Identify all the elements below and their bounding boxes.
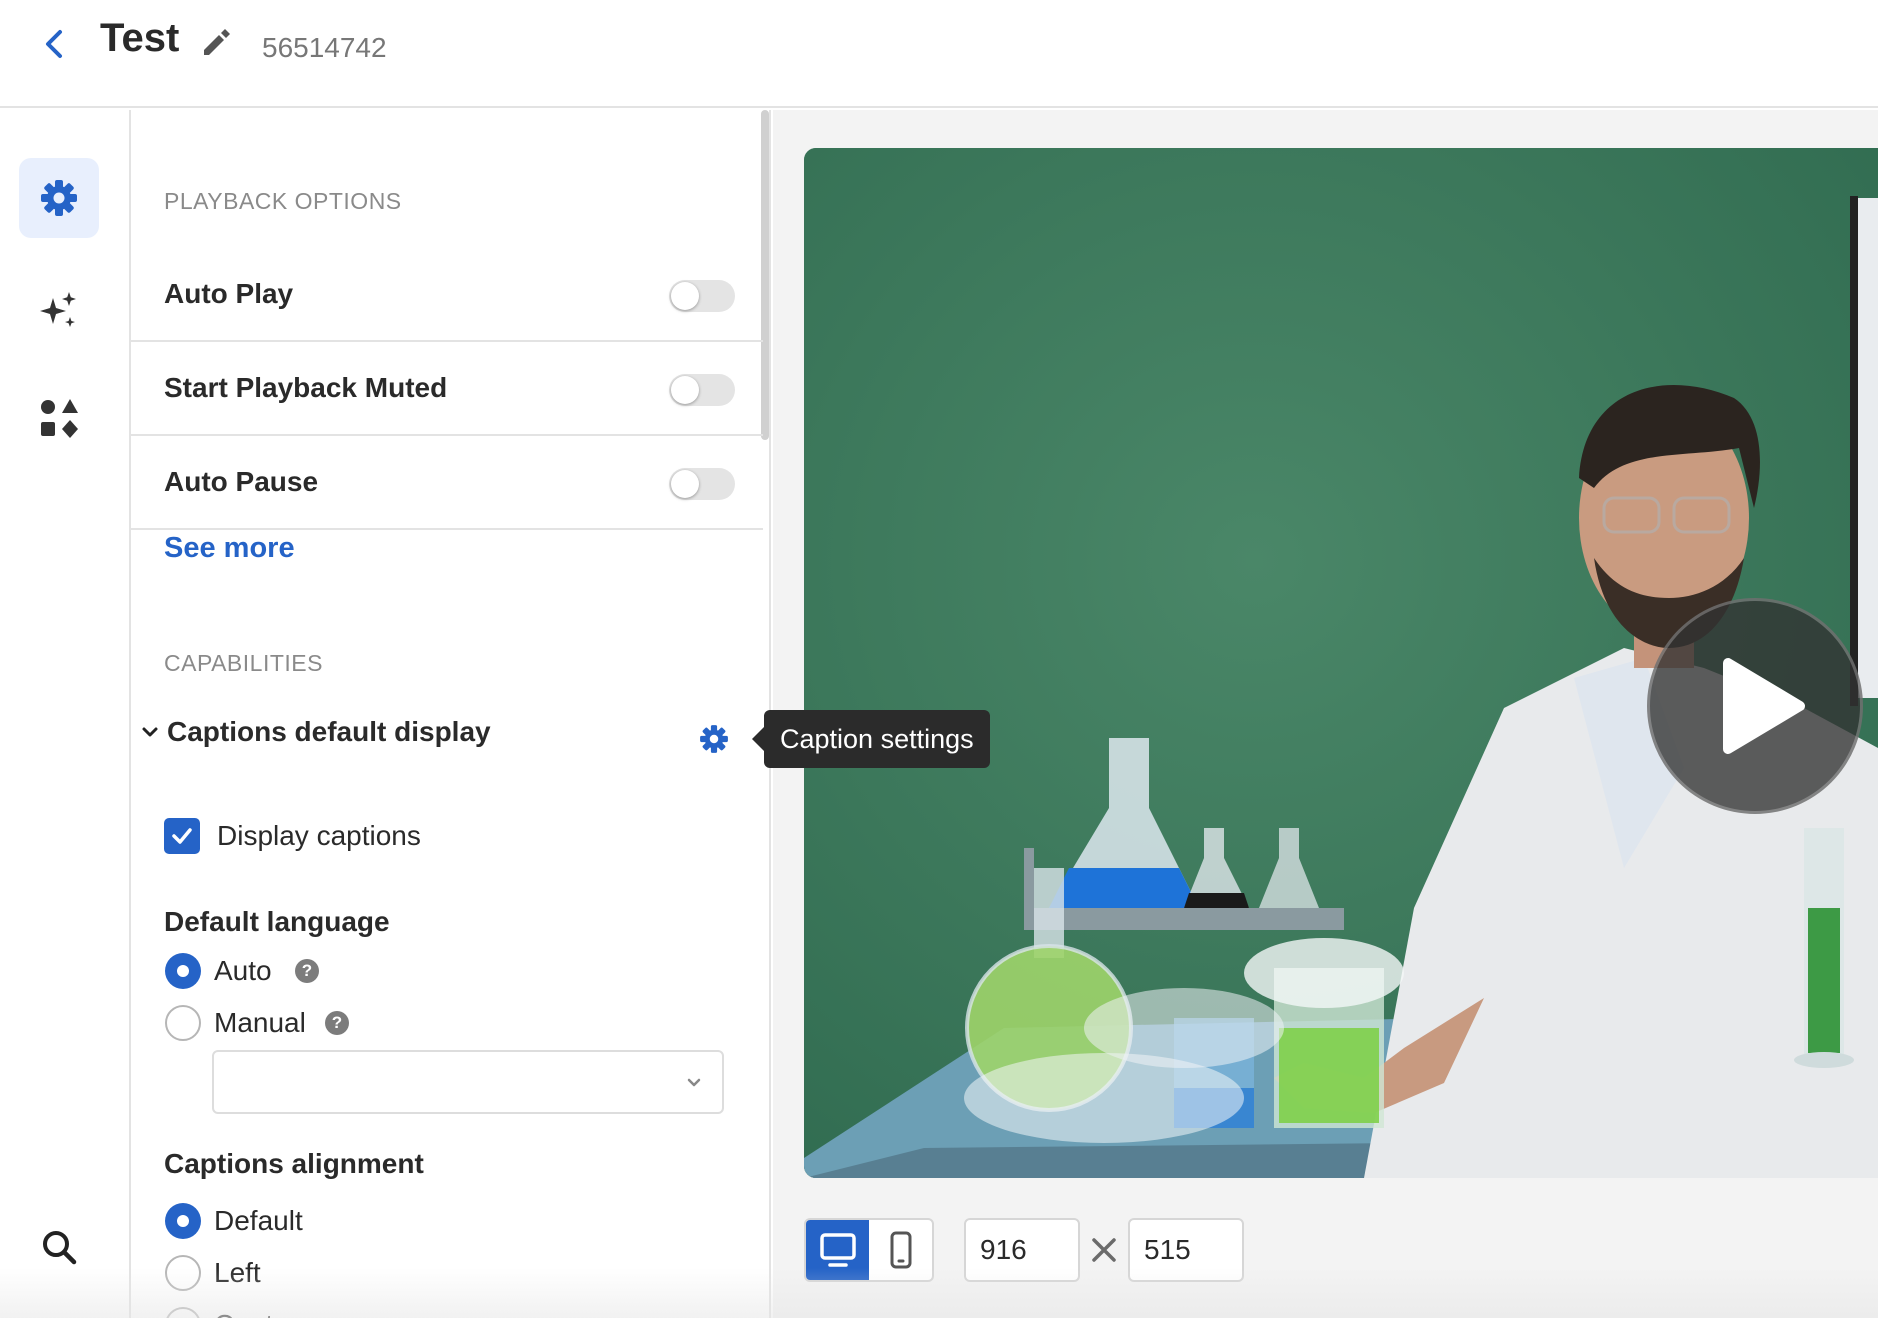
desktop-view-button[interactable]	[806, 1220, 869, 1280]
default-language-label: Default language	[164, 906, 390, 937]
rail-ai-button[interactable]	[19, 270, 99, 350]
manual-language-select[interactable]	[212, 1050, 724, 1114]
settings-panel: PLAYBACK OPTIONS Auto Play Start Playbac…	[131, 110, 771, 1318]
gear-icon	[700, 725, 728, 753]
start-muted-toggle[interactable]	[669, 374, 735, 406]
caption-settings-tooltip: Caption settings	[752, 710, 990, 768]
side-rail	[0, 110, 131, 1318]
display-captions-checkbox[interactable]	[164, 818, 200, 854]
chevron-left-icon	[46, 30, 62, 58]
option-auto-play: Auto Play	[131, 248, 763, 342]
phone-icon	[890, 1231, 911, 1269]
play-icon	[1723, 658, 1805, 754]
alignment-center-radio[interactable]	[165, 1307, 201, 1318]
page-title: Test	[100, 16, 180, 60]
alignment-left-radio[interactable]	[165, 1255, 201, 1291]
auto-play-toggle[interactable]	[669, 280, 735, 312]
alignment-center-label: Center	[214, 1309, 298, 1318]
chevron-down-icon	[687, 1078, 701, 1087]
shapes-icon	[41, 399, 78, 438]
device-toggle	[804, 1218, 934, 1282]
times-icon	[1092, 1238, 1116, 1262]
option-label: Auto Pause	[164, 466, 319, 497]
auto-pause-toggle[interactable]	[669, 468, 735, 500]
capabilities-title: CAPABILITIES	[164, 650, 323, 676]
rail-search-button[interactable]	[19, 1207, 99, 1287]
option-auto-pause: Auto Pause	[131, 436, 763, 530]
alignment-default-label: Default	[214, 1205, 303, 1236]
entry-id: 56514742	[262, 32, 387, 63]
play-button[interactable]	[1647, 598, 1863, 814]
option-label: Auto Play	[164, 278, 294, 309]
alignment-left-label: Left	[214, 1257, 261, 1288]
option-label: Start Playback Muted	[164, 372, 448, 403]
sparkles-icon	[40, 292, 76, 327]
language-auto-label: Auto	[214, 955, 272, 986]
language-manual-radio[interactable]	[165, 1005, 201, 1041]
display-captions-label: Display captions	[217, 820, 421, 851]
back-button[interactable]	[36, 24, 72, 64]
edit-title-button[interactable]	[198, 24, 234, 60]
rail-settings-button[interactable]	[19, 158, 99, 238]
pencil-icon	[204, 29, 230, 55]
chevron-down-icon	[142, 727, 158, 737]
width-input[interactable]	[964, 1218, 1080, 1282]
language-manual-label: Manual	[214, 1007, 306, 1038]
height-input[interactable]	[1128, 1218, 1244, 1282]
mobile-view-button[interactable]	[869, 1220, 932, 1280]
top-header: Test 56514742	[0, 0, 1878, 108]
captions-alignment-label: Captions alignment	[164, 1148, 424, 1179]
video-preview[interactable]	[804, 148, 1878, 1178]
gear-icon	[41, 180, 77, 216]
help-icon[interactable]: ?	[295, 959, 319, 983]
checkmark-icon	[172, 828, 192, 844]
search-icon	[43, 1231, 77, 1265]
option-start-muted: Start Playback Muted	[131, 342, 763, 436]
captions-section-header[interactable]: Captions default display	[141, 716, 491, 748]
alignment-default-radio[interactable]	[165, 1203, 201, 1239]
help-icon[interactable]: ?	[325, 1011, 349, 1035]
playback-options-title: PLAYBACK OPTIONS	[164, 188, 402, 214]
monitor-icon	[819, 1233, 856, 1267]
captions-header-label: Captions default display	[167, 716, 491, 747]
rail-plugins-button[interactable]	[19, 378, 99, 458]
language-auto-radio[interactable]	[165, 953, 201, 989]
caption-settings-button[interactable]	[697, 722, 731, 756]
see-more-link[interactable]: See more	[164, 532, 295, 565]
